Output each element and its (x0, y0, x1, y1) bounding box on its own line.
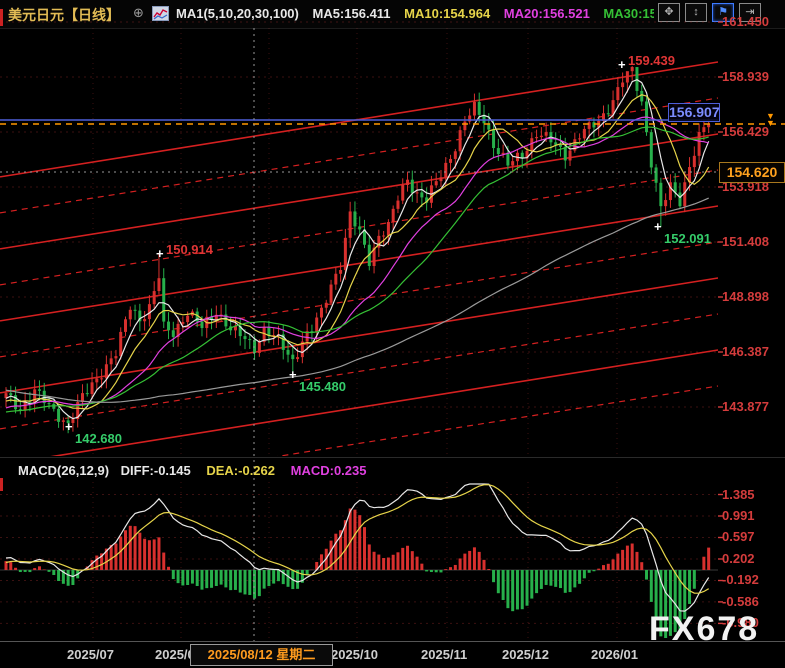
y-axis-label: 156.429 (722, 124, 769, 139)
swing-high-label: 159.439 (628, 53, 675, 68)
chart-window: 美元日元【日线】 ⊕ MA1(5,10,20,30,100) MA5:156.4… (0, 0, 785, 668)
swing-marker: + (156, 246, 164, 261)
swing-high-label: 150.914 (166, 242, 213, 257)
swing-low-label: 152.091 (664, 231, 711, 246)
macd-dea-label: DEA:-0.262 (206, 463, 275, 478)
macd-axis-label: 0.597 (722, 529, 755, 544)
y-axis-label: 161.450 (722, 14, 769, 29)
panel-separator (0, 457, 785, 458)
alert-line-marker-icon[interactable]: ▼▼ (766, 113, 775, 127)
crosshair-date-box: 2025/08/12 星期二 (190, 644, 333, 666)
chart-canvas[interactable] (0, 0, 785, 668)
price-line-label[interactable]: 156.907 (668, 103, 720, 122)
macd-axis-label: 1.385 (722, 487, 755, 502)
swing-marker: + (654, 219, 662, 234)
macd-axis-label: 0.202 (722, 551, 755, 566)
macd-macd-label: MACD:0.235 (291, 463, 367, 478)
macd-axis-label: -0.192 (722, 572, 759, 587)
y-axis-label: 148.898 (722, 289, 769, 304)
macd-axis-label: 0.991 (722, 508, 755, 523)
dea-line (6, 485, 709, 594)
y-axis-label: 143.877 (722, 399, 769, 414)
swing-marker: + (289, 367, 297, 382)
macd-settings-label: MACD(26,12,9) (18, 463, 109, 478)
x-axis-label: 2025/10 (331, 647, 378, 662)
gridlines (0, 22, 723, 640)
swing-low-label: 145.480 (299, 379, 346, 394)
y-axis-label: 151.408 (722, 234, 769, 249)
crosshair-price-box: 154.620 (719, 162, 785, 183)
y-axis-label: 158.939 (722, 69, 769, 84)
swing-low-label: 142.680 (75, 431, 122, 446)
macd-diff-label: DIFF:-0.145 (121, 463, 191, 478)
y-axis-label: 146.387 (722, 344, 769, 359)
x-axis-label: 2025/12 (502, 647, 549, 662)
swing-marker: + (618, 57, 626, 72)
left-edge-artifact (0, 9, 3, 26)
x-axis-label: 2025/11 (421, 647, 467, 662)
watermark: FX678 (649, 610, 759, 649)
swing-marker: + (65, 419, 73, 434)
left-edge-artifact (0, 478, 3, 491)
x-axis-label: 2026/01 (591, 647, 638, 662)
macd-header: MACD(26,12,9) DIFF:-0.145 DEA:-0.262 MAC… (18, 463, 366, 478)
x-axis-label: 2025/07 (67, 647, 114, 662)
macd-axis-label: -0.586 (722, 594, 759, 609)
